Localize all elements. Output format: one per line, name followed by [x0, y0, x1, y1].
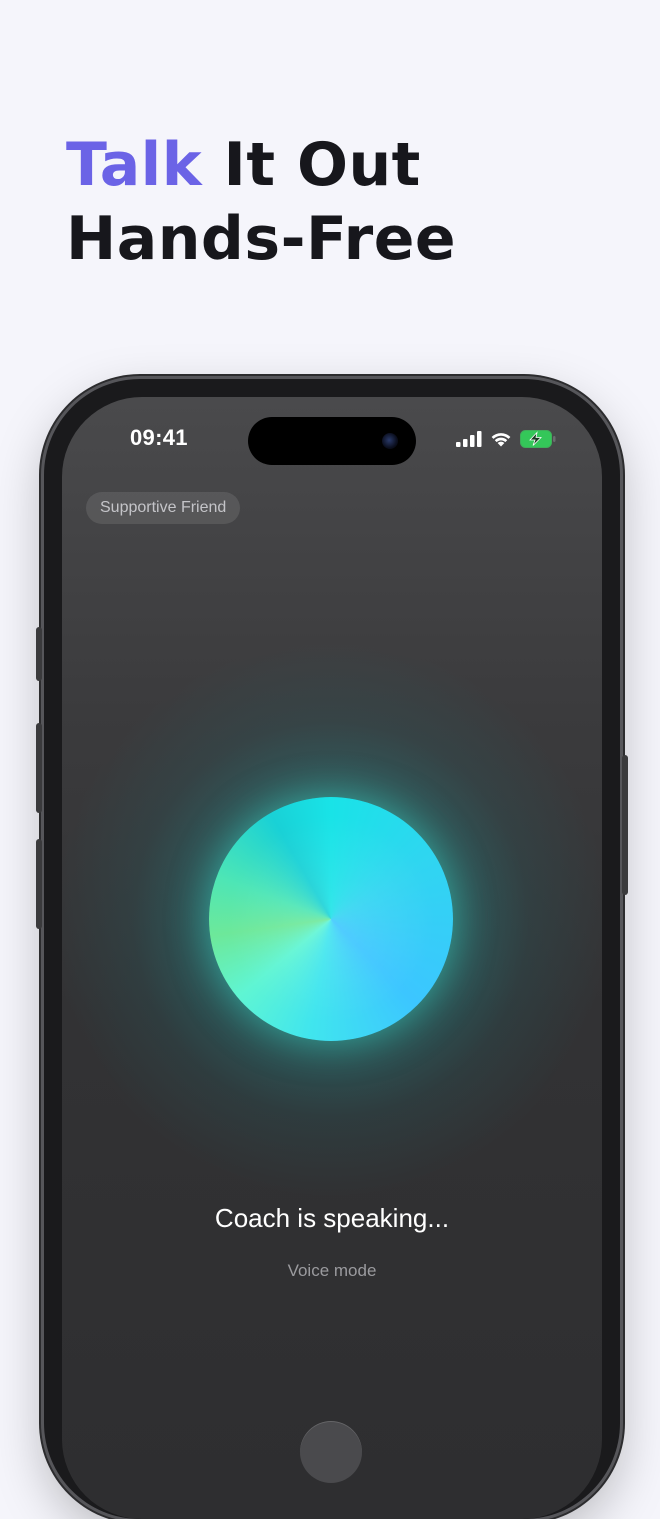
- volume-up-button: [36, 723, 42, 813]
- end-call-button[interactable]: [300, 1421, 362, 1483]
- headline: Talk It Out Hands-Free: [66, 128, 456, 276]
- voice-mode-label: Voice mode: [287, 1261, 377, 1280]
- phone-screen: 09:41 Supportive Friend Coach is speakin…: [62, 397, 602, 1519]
- voice-orb[interactable]: [209, 797, 453, 1041]
- battery-charging-icon: [520, 430, 556, 448]
- headline-accent: Talk: [66, 130, 203, 200]
- action-button: [36, 627, 42, 681]
- speaking-status: Coach is speaking...: [214, 1203, 450, 1233]
- camera-icon: [382, 433, 398, 449]
- volume-down-button: [36, 839, 42, 929]
- persona-chip[interactable]: Supportive Friend: [86, 492, 241, 524]
- power-button: [622, 755, 628, 895]
- status-icons: [456, 430, 556, 448]
- wifi-icon: [491, 433, 511, 447]
- dynamic-island: [248, 417, 416, 465]
- phone-mockup: 09:41 Supportive Friend Coach is speakin…: [36, 379, 628, 1519]
- cellular-signal-icon: [456, 431, 482, 447]
- status-time: 09:41: [130, 425, 188, 450]
- headline-rest: It Out: [202, 130, 421, 200]
- headline-line2: Hands-Free: [66, 204, 457, 274]
